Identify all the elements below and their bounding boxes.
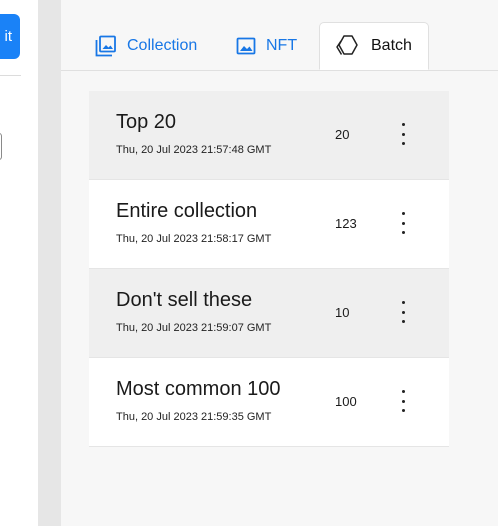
tab-collection[interactable]: Collection [95,22,197,70]
batch-title: Entire collection [116,200,258,222]
tab-batch-label: Batch [371,37,412,54]
image-icon [236,36,256,56]
left-divider [0,75,21,76]
more-vertical-icon[interactable] [395,390,411,412]
batch-count: 123 [335,216,357,231]
batch-date: Thu, 20 Jul 2023 21:59:35 GMT [116,411,272,423]
batch-date: Thu, 20 Jul 2023 21:58:17 GMT [116,233,272,245]
batch-title: Most common 100 [116,378,281,400]
tab-collection-label: Collection [127,37,198,54]
list-item[interactable]: Top 20 Thu, 20 Jul 2023 21:57:48 GMT 20 [89,91,449,180]
batch-title: Don't sell these [116,289,253,311]
batch-count: 20 [335,127,350,142]
left-pane: it [0,0,38,526]
more-vertical-icon[interactable] [395,123,411,145]
batch-date: Thu, 20 Jul 2023 21:57:48 GMT [116,144,272,156]
batch-count: 100 [335,394,357,409]
app-root: it Collection NFT Batch Top 20 Thu, 20 J… [0,0,498,526]
batch-date: Thu, 20 Jul 2023 21:59:07 GMT [116,322,272,334]
more-vertical-icon[interactable] [395,212,411,234]
tab-bar: Collection NFT Batch [61,22,498,71]
batch-count: 10 [335,305,350,320]
image-stack-icon [95,35,117,57]
hexagon-stack-icon [335,34,361,58]
list-item[interactable]: Don't sell these Thu, 20 Jul 2023 21:59:… [89,269,449,358]
primary-action-button[interactable]: it [0,14,20,59]
more-vertical-icon[interactable] [395,301,411,323]
tab-nft[interactable]: NFT [236,22,297,70]
batch-panel: Collection NFT Batch Top 20 Thu, 20 Jul … [61,0,498,526]
panel-gutter [38,0,61,526]
batch-list: Top 20 Thu, 20 Jul 2023 21:57:48 GMT 20 … [89,91,449,447]
batch-title: Top 20 [116,111,177,133]
list-item[interactable]: Entire collection Thu, 20 Jul 2023 21:58… [89,180,449,269]
tab-nft-label: NFT [266,37,298,54]
tab-batch[interactable]: Batch [319,22,429,70]
left-input-field[interactable] [0,133,2,160]
list-item[interactable]: Most common 100 Thu, 20 Jul 2023 21:59:3… [89,358,449,447]
